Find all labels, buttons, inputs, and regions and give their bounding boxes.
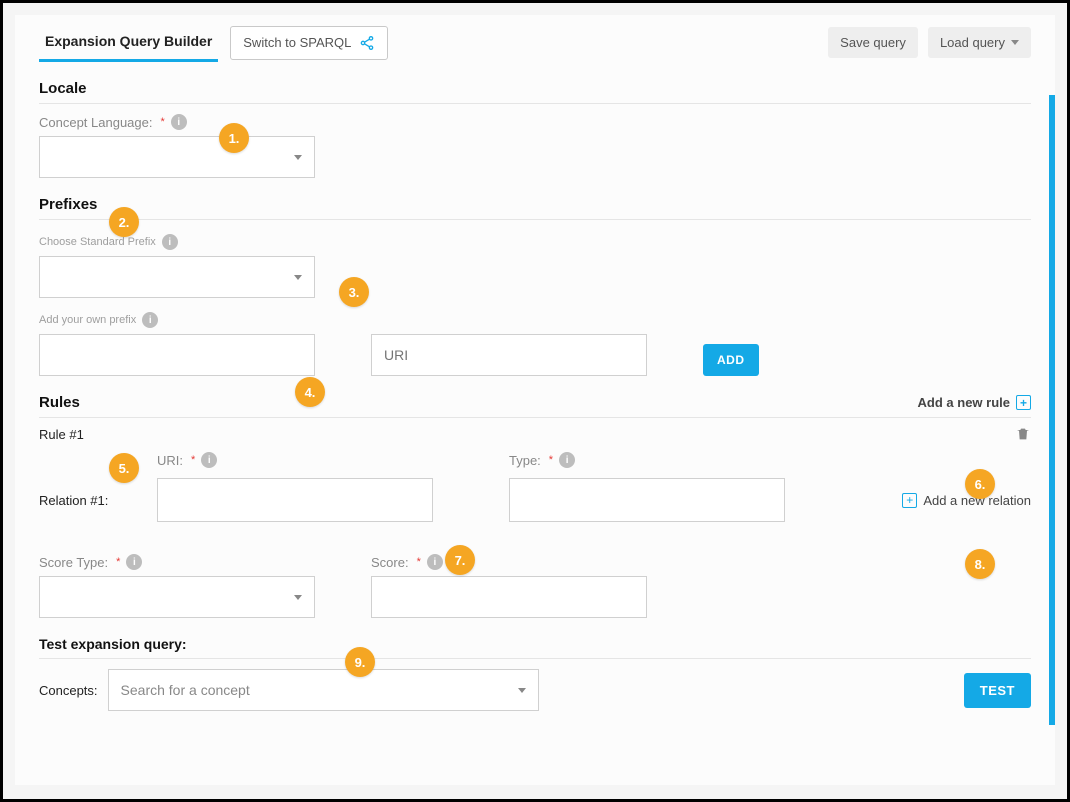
switch-to-sparql-button[interactable]: Switch to SPARQL <box>230 26 388 60</box>
test-button[interactable]: TEST <box>964 673 1031 708</box>
relation-uri-input[interactable] <box>157 478 433 522</box>
required-marker: * <box>191 454 195 466</box>
chevron-down-icon <box>518 688 526 693</box>
chevron-down-icon <box>294 275 302 280</box>
add-own-prefix-label: Add your own prefix i <box>39 312 158 328</box>
uri-label: URI: * i <box>157 452 433 468</box>
load-query-button[interactable]: Load query <box>928 27 1031 58</box>
required-marker: * <box>417 556 421 568</box>
concepts-search-input[interactable]: Search for a concept <box>108 669 539 711</box>
topbar: Expansion Query Builder Switch to SPARQL… <box>15 15 1055 62</box>
load-query-label: Load query <box>940 35 1005 50</box>
score-type-select[interactable] <box>39 576 315 618</box>
score-type-text: Score Type: <box>39 555 108 570</box>
rules-heading: Rules <box>39 394 80 411</box>
score-input[interactable] <box>371 576 647 618</box>
save-query-button[interactable]: Save query <box>828 27 918 58</box>
type-label: Type: * i <box>509 452 785 468</box>
tab-expansion-query-builder[interactable]: Expansion Query Builder <box>39 23 218 62</box>
uri-label-text: URI: <box>157 453 183 468</box>
choose-standard-prefix-label: Choose Standard Prefix i <box>39 234 178 250</box>
rule-header: Rule #1 <box>39 418 1031 442</box>
test-heading: Test expansion query: <box>39 636 1031 659</box>
info-icon[interactable]: i <box>171 114 187 130</box>
score-text: Score: <box>371 555 409 570</box>
info-icon[interactable]: i <box>201 452 217 468</box>
chevron-down-icon <box>294 155 302 160</box>
info-icon[interactable]: i <box>427 554 443 570</box>
plus-icon: + <box>902 493 917 508</box>
tab-row: Expansion Query Builder Switch to SPARQL <box>39 23 388 62</box>
rules-heading-row: Rules Add a new rule + <box>39 384 1031 418</box>
own-prefix-row: ADD <box>39 334 1031 376</box>
relation-row: Relation #1: + Add a new relation <box>39 478 1031 522</box>
info-icon[interactable]: i <box>126 554 142 570</box>
add-prefix-button[interactable]: ADD <box>703 344 759 376</box>
add-rule-label: Add a new rule <box>918 395 1010 410</box>
info-icon[interactable]: i <box>162 234 178 250</box>
chevron-down-icon <box>294 595 302 600</box>
chevron-down-icon <box>1011 40 1019 45</box>
concepts-label: Concepts: <box>39 683 98 698</box>
right-accent-bar <box>1049 95 1055 725</box>
score-type-label: Score Type: * i <box>39 554 315 570</box>
prefixes-heading: Prefixes <box>39 186 1031 220</box>
section-rules: Rules Add a new rule + Rule #1 URI: * i <box>15 376 1055 711</box>
section-locale: Locale Concept Language: * i <box>15 62 1055 178</box>
concepts-row: Concepts: Search for a concept TEST <box>39 669 1031 711</box>
info-icon[interactable]: i <box>559 452 575 468</box>
rule-title: Rule #1 <box>39 427 84 442</box>
required-marker: * <box>549 454 553 466</box>
add-own-prefix-text: Add your own prefix <box>39 314 136 326</box>
relation-type-input[interactable] <box>509 478 785 522</box>
standard-prefix-select[interactable] <box>39 256 315 298</box>
score-label: Score: * i <box>371 554 647 570</box>
plus-icon: + <box>1016 395 1031 410</box>
prefix-uri-input[interactable] <box>371 334 647 376</box>
prefix-name-input[interactable] <box>39 334 315 376</box>
score-row: Score Type: * i Score: * i <box>39 544 1031 618</box>
relation-label: Relation #1: <box>39 493 139 508</box>
concept-language-select[interactable] <box>39 136 315 178</box>
locale-heading: Locale <box>39 70 1031 104</box>
share-icon <box>359 35 375 51</box>
add-relation-button[interactable]: + Add a new relation <box>902 493 1031 508</box>
delete-rule-button[interactable] <box>1015 426 1031 442</box>
type-label-text: Type: <box>509 453 541 468</box>
concepts-placeholder: Search for a concept <box>121 682 250 698</box>
add-relation-label: Add a new relation <box>923 493 1031 508</box>
concept-language-text: Concept Language: <box>39 115 152 130</box>
switch-to-sparql-label: Switch to SPARQL <box>243 35 351 50</box>
required-marker: * <box>160 116 164 128</box>
required-marker: * <box>116 556 120 568</box>
relation-labels-row: URI: * i Type: * i <box>39 442 1031 472</box>
choose-standard-prefix-text: Choose Standard Prefix <box>39 236 156 248</box>
section-prefixes: Prefixes Choose Standard Prefix i Add yo… <box>15 178 1055 376</box>
top-right-buttons: Save query Load query <box>828 27 1031 58</box>
add-rule-button[interactable]: Add a new rule + <box>918 395 1031 410</box>
concept-language-label: Concept Language: * i <box>39 114 187 130</box>
info-icon[interactable]: i <box>142 312 158 328</box>
